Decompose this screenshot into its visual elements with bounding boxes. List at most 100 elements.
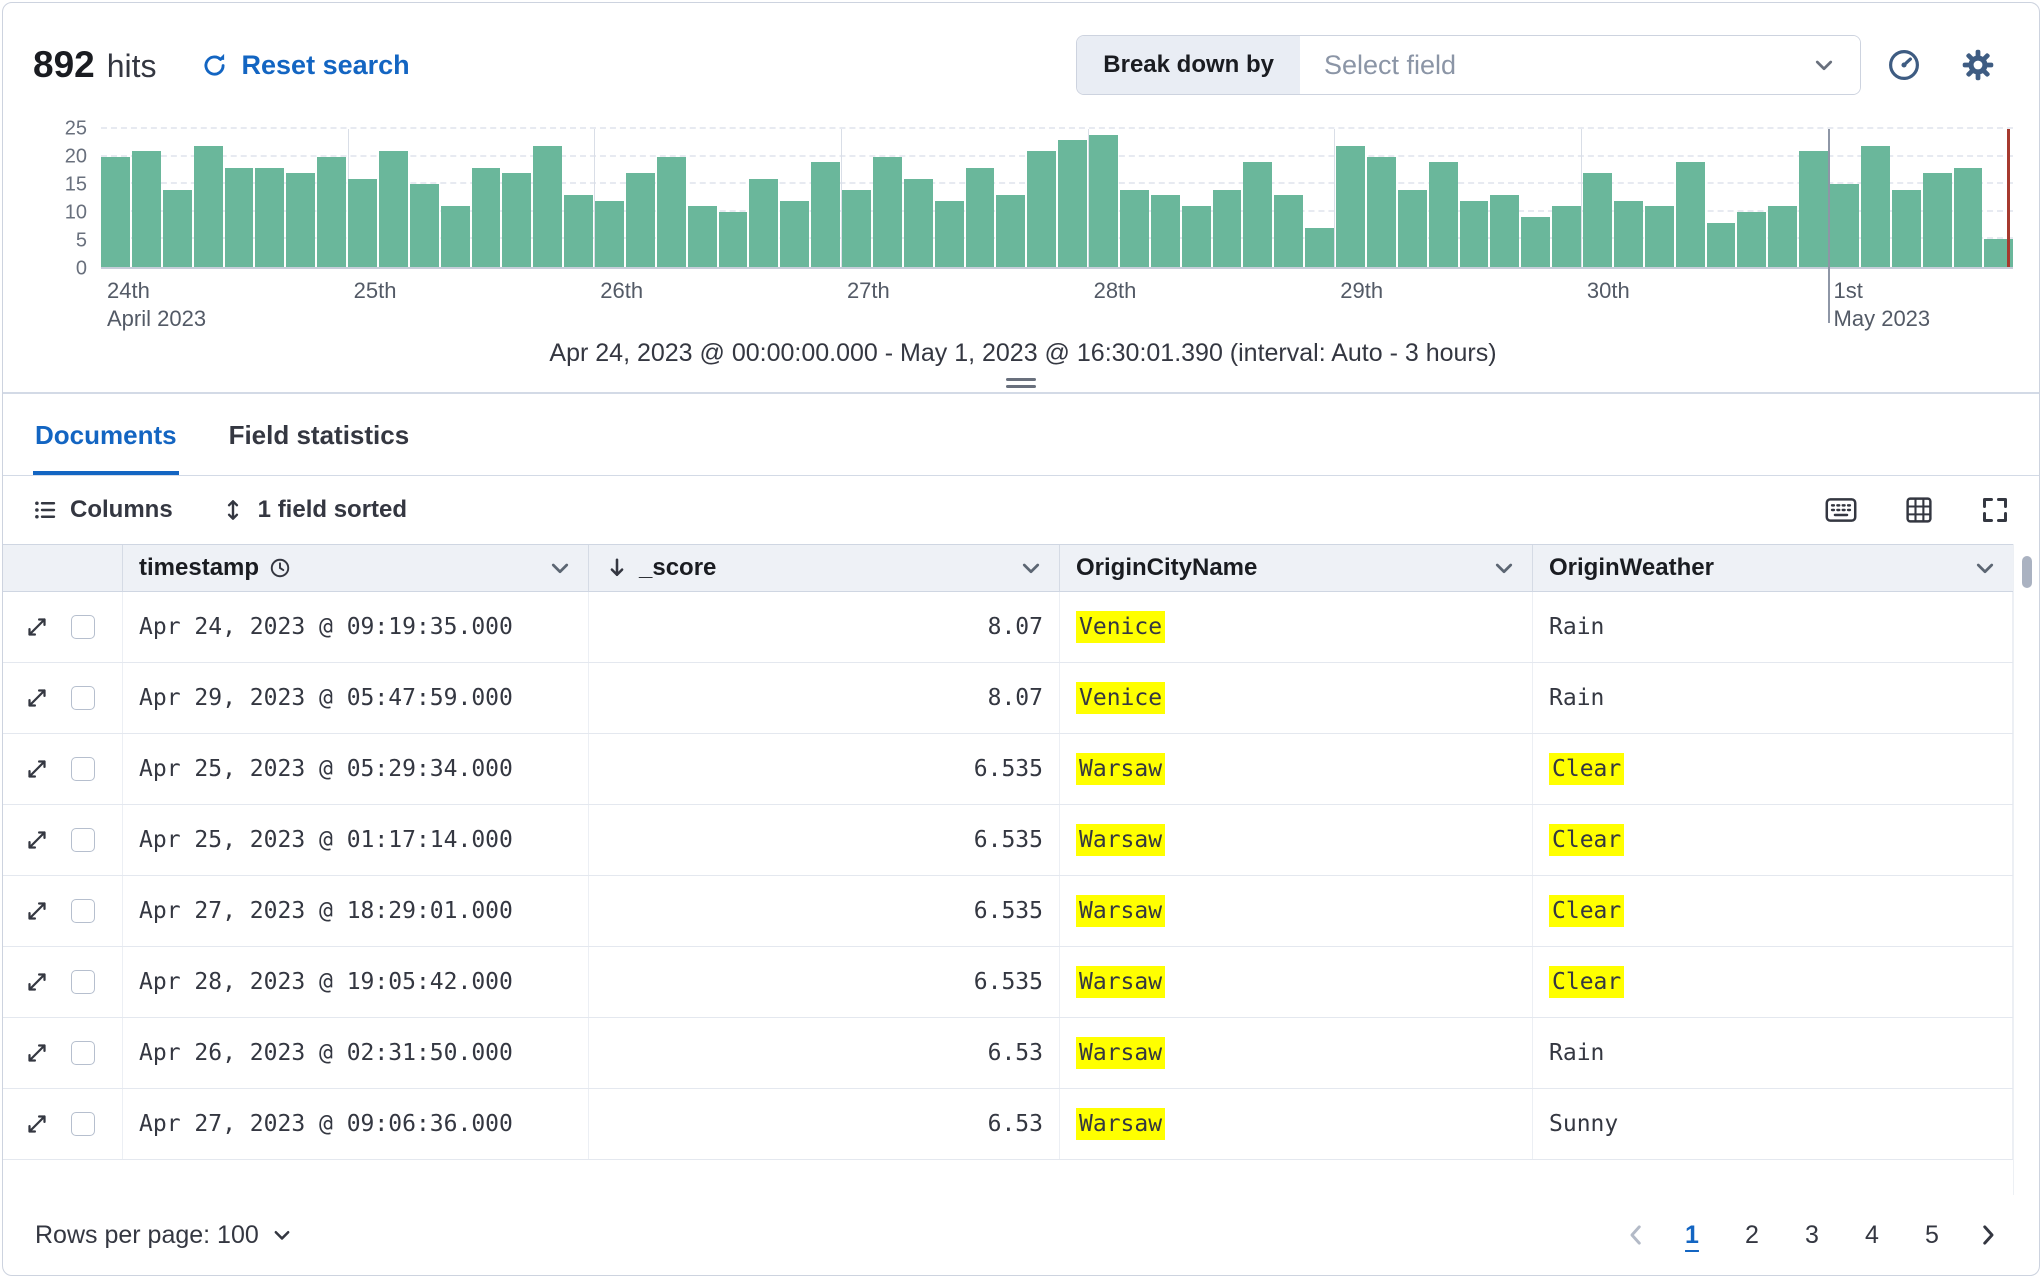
histogram-bar	[1428, 162, 1458, 267]
chart-gauge-button[interactable]	[1873, 34, 1935, 96]
page-button-5[interactable]: 5	[1909, 1212, 1955, 1258]
header-origin-weather[interactable]: OriginWeather	[1533, 545, 2013, 591]
cell-score: 6.53	[589, 1089, 1060, 1159]
reset-search-button[interactable]: Reset search	[201, 50, 410, 81]
chevron-down-icon[interactable]	[1019, 556, 1043, 580]
scrollbar-thumb[interactable]	[2022, 556, 2032, 588]
cell-origin-weather: Rain	[1533, 592, 2013, 662]
histogram-bar	[934, 200, 964, 267]
cell-timestamp: Apr 29, 2023 @ 05:47:59.000	[123, 663, 589, 733]
breakdown-label: Break down by	[1077, 36, 1300, 94]
expand-row-button[interactable]	[25, 828, 49, 852]
hits-count: 892	[33, 44, 95, 85]
x-axis-label: 26th	[600, 278, 644, 303]
row-checkbox[interactable]	[71, 970, 95, 994]
x-axis-label: 25th	[353, 278, 397, 303]
histogram-bar	[1243, 162, 1273, 267]
chart-options-button[interactable]	[1947, 34, 2009, 96]
row-checkbox[interactable]	[71, 828, 95, 852]
histogram-bar	[780, 200, 810, 267]
histogram-chart: 0 5 10 15 20 25 24th April 2023 25th 26th 27th 28t…	[33, 118, 2014, 368]
tab-documents[interactable]: Documents	[33, 394, 179, 475]
cell-origin-weather: Sunny	[1533, 1089, 2013, 1159]
timestamp-column-label: timestamp	[139, 554, 260, 581]
sorted-label: 1 field sorted	[257, 496, 408, 523]
expand-row-button[interactable]	[25, 970, 49, 994]
display-options-button[interactable]	[1905, 496, 1933, 524]
chevron-down-icon[interactable]	[1973, 556, 1997, 580]
expand-row-button[interactable]	[25, 1112, 49, 1136]
expand-row-button[interactable]	[25, 1041, 49, 1065]
chevron-down-icon[interactable]	[1492, 556, 1516, 580]
histogram-bar	[1922, 173, 1952, 267]
cell-timestamp: Apr 27, 2023 @ 18:29:01.000	[123, 876, 589, 946]
histogram-bar	[409, 184, 439, 267]
sorted-fields-button[interactable]: 1 field sorted	[221, 496, 407, 524]
expand-row-button[interactable]	[25, 899, 49, 923]
expand-icon	[25, 899, 49, 923]
rows-per-page-button[interactable]: Rows per page: 100	[35, 1221, 293, 1250]
rows-per-page-label: Rows per page: 100	[35, 1220, 259, 1249]
row-checkbox[interactable]	[71, 686, 95, 710]
histogram-bar	[1675, 162, 1705, 267]
row-controls	[3, 1089, 123, 1159]
x-axis-label: 27th	[846, 278, 890, 303]
cell-origin-weather: Clear	[1533, 876, 2013, 946]
breakdown-field-select[interactable]: Select field	[1300, 36, 1860, 94]
y-axis: 0 5 10 15 20 25	[33, 118, 101, 280]
tab-field-statistics[interactable]: Field statistics	[227, 394, 412, 475]
fullscreen-button[interactable]	[1981, 496, 2009, 524]
grid-footer: Rows per page: 100 12345	[3, 1195, 2039, 1275]
row-checkbox[interactable]	[71, 1112, 95, 1136]
table-row: Apr 26, 2023 @ 02:31:50.000 6.53 Warsaw …	[3, 1018, 2039, 1089]
header-score[interactable]: _score	[589, 545, 1060, 591]
city-column-label: OriginCityName	[1076, 554, 1258, 581]
keyboard-shortcuts-button[interactable]	[1825, 497, 1857, 523]
sort-desc-arrow-icon	[605, 556, 629, 580]
cell-origin-city: Warsaw	[1060, 947, 1533, 1017]
cell-origin-city: Venice	[1060, 592, 1533, 662]
expand-row-button[interactable]	[25, 757, 49, 781]
y-axis-label: 0	[75, 257, 87, 280]
cell-origin-weather: Rain	[1533, 1018, 2013, 1088]
gauge-icon	[1887, 48, 1921, 82]
grid-body: Apr 24, 2023 @ 09:19:35.000 8.07 Venice …	[3, 592, 2039, 1160]
previous-page-button[interactable]	[1617, 1222, 1655, 1248]
histogram-bar	[1613, 200, 1643, 267]
chevron-down-icon	[271, 1224, 293, 1246]
header-origin-city[interactable]: OriginCityName	[1060, 545, 1533, 591]
breakdown-control: Break down by Select field	[1076, 35, 1861, 95]
columns-button[interactable]: Columns	[33, 496, 173, 524]
header-timestamp[interactable]: timestamp	[123, 545, 589, 591]
row-controls	[3, 947, 123, 1017]
page-button-3[interactable]: 3	[1789, 1212, 1835, 1258]
header-control-cell	[3, 545, 123, 591]
cell-timestamp: Apr 24, 2023 @ 09:19:35.000	[123, 592, 589, 662]
histogram-bar	[903, 178, 933, 267]
pagination: 12345	[1617, 1212, 2007, 1258]
row-checkbox[interactable]	[71, 1041, 95, 1065]
page-button-4[interactable]: 4	[1849, 1212, 1895, 1258]
page-button-1[interactable]: 1	[1669, 1212, 1715, 1258]
histogram-bar	[1274, 195, 1304, 267]
resize-drag-handle[interactable]	[1006, 374, 1036, 392]
histogram-bar	[224, 167, 254, 267]
chevron-down-icon[interactable]	[548, 556, 572, 580]
next-page-button[interactable]	[1969, 1222, 2007, 1248]
expand-row-button[interactable]	[25, 686, 49, 710]
expand-row-button[interactable]	[25, 615, 49, 639]
cell-score: 6.535	[589, 805, 1060, 875]
cell-score: 8.07	[589, 592, 1060, 662]
panel-divider	[3, 378, 2039, 394]
histogram-bar	[872, 156, 902, 267]
row-checkbox[interactable]	[71, 615, 95, 639]
page-button-2[interactable]: 2	[1729, 1212, 1775, 1258]
x-axis-label: 1st May 2023	[1833, 278, 1931, 331]
row-checkbox[interactable]	[71, 757, 95, 781]
cell-origin-weather: Clear	[1533, 947, 2013, 1017]
expand-icon	[25, 615, 49, 639]
expand-icon	[25, 686, 49, 710]
row-checkbox[interactable]	[71, 899, 95, 923]
chevron-right-icon	[1975, 1222, 2001, 1248]
row-controls	[3, 876, 123, 946]
